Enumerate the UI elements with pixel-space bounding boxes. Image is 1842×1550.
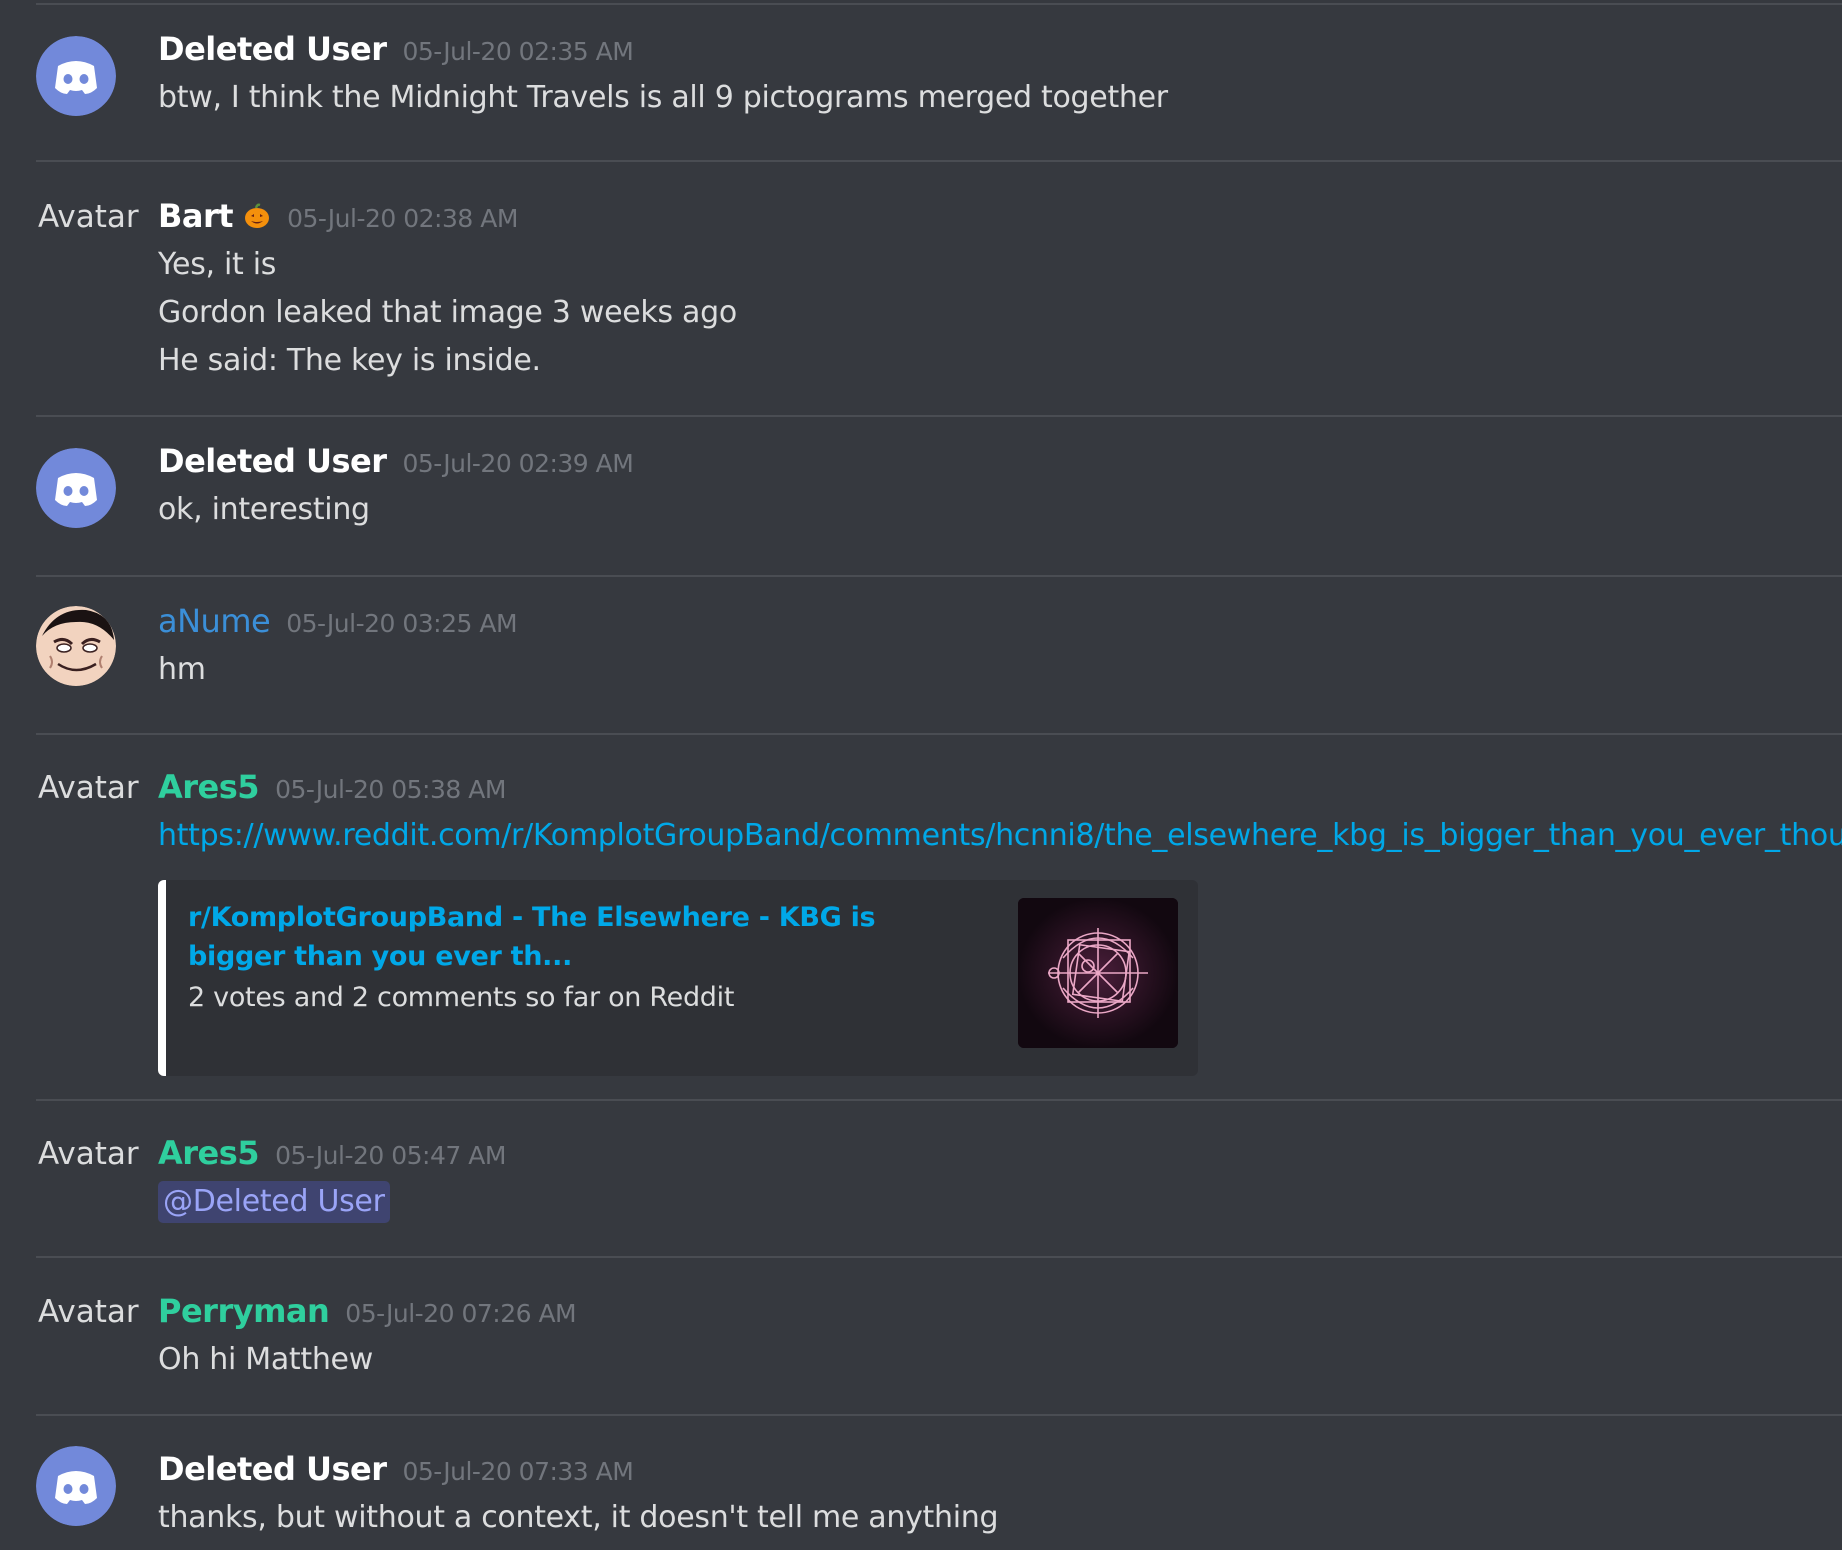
message-header: Deleted User 05-Jul-20 02:39 AM (158, 442, 1830, 486)
message-group: Deleted User 05-Jul-20 02:39 AM ok, inte… (36, 442, 1842, 542)
avatar[interactable] (36, 1446, 116, 1526)
author-name[interactable]: Deleted User (158, 30, 387, 68)
message-text: He said: The key is inside. (158, 343, 541, 378)
timestamp: 05-Jul-20 02:38 AM (287, 204, 518, 233)
avatar-alt-text: Avatar (38, 1136, 139, 1172)
message-group: Deleted User 05-Jul-20 07:33 AM thanks, … (36, 1446, 1842, 1550)
message-text: btw, I think the Midnight Travels is all… (158, 80, 1168, 115)
glowing-pictogram-icon (1018, 898, 1178, 1048)
message-link[interactable]: https://www.reddit.com/r/KomplotGroupBan… (158, 818, 1842, 853)
timestamp: 05-Jul-20 02:35 AM (402, 37, 634, 66)
avatar[interactable] (36, 36, 116, 116)
embed-thumbnail[interactable] (1018, 898, 1178, 1048)
avatar-alt-text: Avatar (38, 199, 139, 235)
message-text: @Deleted User (158, 1178, 1830, 1226)
timestamp: 05-Jul-20 05:38 AM (275, 775, 506, 804)
message-text: ok, interesting (158, 492, 370, 527)
timestamp: 05-Jul-20 07:33 AM (402, 1457, 634, 1486)
message-header: aNume 05-Jul-20 03:25 AM (158, 602, 1830, 646)
discord-logo-icon (36, 1446, 116, 1526)
message-group: Deleted User 05-Jul-20 02:35 AM btw, I t… (36, 30, 1842, 130)
avatar-alt-text: Avatar (38, 770, 139, 806)
message-group: Avatar Ares5 05-Jul-20 05:47 AM @Deleted… (36, 1134, 1842, 1234)
avatar[interactable] (36, 606, 116, 686)
timestamp: 05-Jul-20 02:39 AM (402, 449, 634, 478)
author-name[interactable]: Ares5 (158, 1134, 260, 1172)
message-text: Gordon leaked that image 3 weeks ago (158, 295, 737, 330)
message-group: Avatar Perryman 05-Jul-20 07:26 AM Oh hi… (36, 1292, 1842, 1392)
message-text: Yes, it is (158, 247, 277, 282)
timestamp: 05-Jul-20 05:47 AM (275, 1141, 506, 1170)
author-name[interactable]: Deleted User (158, 1450, 387, 1488)
author-name[interactable]: Perryman (158, 1292, 330, 1330)
timestamp: 05-Jul-20 07:26 AM (345, 1299, 577, 1328)
link-embed: r/KomplotGroupBand - The Elsewhere - KBG… (158, 880, 1198, 1076)
discord-logo-icon (36, 448, 116, 528)
cartoon-face-avatar-icon (36, 606, 116, 686)
message-header: Perryman 05-Jul-20 07:26 AM (158, 1292, 1830, 1336)
divider (36, 1099, 1842, 1101)
message-header: Ares5 05-Jul-20 05:47 AM (158, 1134, 1830, 1178)
message-header: Deleted User 05-Jul-20 02:35 AM (158, 30, 1830, 74)
message-group: aNume 05-Jul-20 03:25 AM hm (36, 602, 1842, 702)
message-group: Avatar Ares5 05-Jul-20 05:38 AM https://… (36, 768, 1842, 1076)
divider (36, 733, 1842, 735)
divider (36, 160, 1842, 162)
embed-title[interactable]: r/KomplotGroupBand - The Elsewhere - KBG… (188, 898, 948, 976)
avatar-alt-text: Avatar (38, 1294, 139, 1330)
avatar[interactable] (36, 448, 116, 528)
avatar[interactable]: Avatar (36, 197, 139, 277)
author-name[interactable]: aNume (158, 602, 271, 640)
user-mention[interactable]: @Deleted User (158, 1181, 390, 1223)
author-name[interactable]: Bart (158, 197, 234, 235)
divider (36, 1256, 1842, 1258)
message-header: Ares5 05-Jul-20 05:38 AM (158, 768, 1830, 812)
timestamp: 05-Jul-20 03:25 AM (286, 609, 518, 638)
message-group: Avatar Bart 05-Jul-20 02:38 AM Yes, it i… (36, 197, 1842, 387)
divider (36, 3, 1842, 5)
message-text: https://www.reddit.com/r/KomplotGroupBan… (158, 812, 1842, 860)
message-text: hm (158, 652, 206, 687)
divider (36, 415, 1842, 417)
divider (36, 1414, 1842, 1416)
avatar[interactable]: Avatar (36, 768, 139, 848)
pumpkin-icon (245, 203, 270, 228)
author-name[interactable]: Ares5 (158, 768, 260, 806)
message-feed: Deleted User 05-Jul-20 02:35 AM btw, I t… (0, 0, 1842, 1550)
message-text: Oh hi Matthew (158, 1342, 373, 1377)
divider (36, 575, 1842, 577)
avatar[interactable]: Avatar (36, 1134, 139, 1214)
message-text: thanks, but without a context, it doesn'… (158, 1500, 999, 1535)
embed-description: 2 votes and 2 comments so far on Reddit (188, 982, 735, 1013)
avatar[interactable]: Avatar (36, 1292, 139, 1372)
author-name[interactable]: Deleted User (158, 442, 387, 480)
discord-logo-icon (36, 36, 116, 116)
message-header: Deleted User 05-Jul-20 07:33 AM (158, 1450, 1830, 1494)
message-header: Bart 05-Jul-20 02:38 AM (158, 197, 1830, 241)
